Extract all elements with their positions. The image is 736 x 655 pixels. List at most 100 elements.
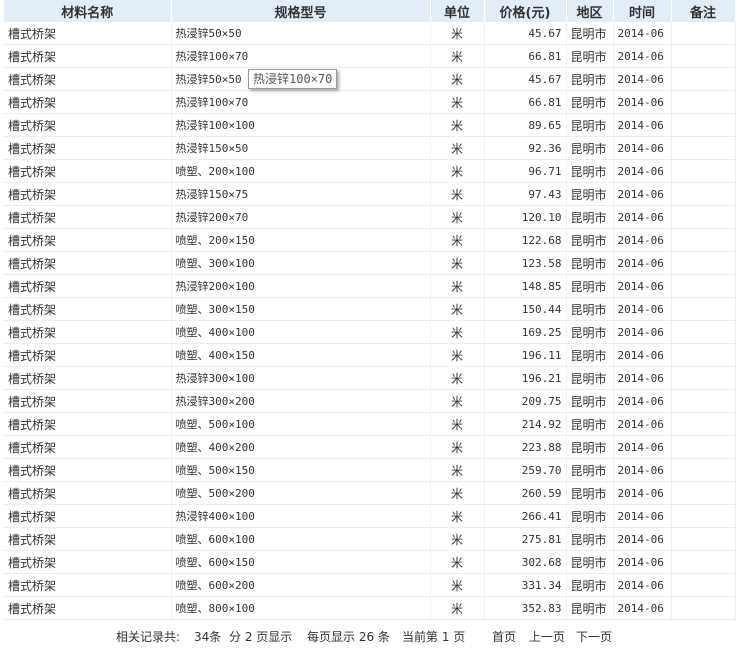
- table-row: 槽式桥架 热浸锌50×50 米 45.67 昆明市 2014-06: [4, 22, 736, 45]
- cell-time: 2014-06: [613, 251, 672, 275]
- cell-region: 昆明市: [566, 67, 614, 91]
- cell-region: 昆明市: [566, 205, 614, 229]
- cell-unit: 米: [430, 343, 485, 367]
- cell-unit: 米: [430, 67, 485, 91]
- cell-unit: 米: [430, 435, 485, 459]
- cell-unit: 米: [430, 504, 485, 528]
- cell-price: 123.58: [484, 251, 567, 275]
- cell-region: 昆明市: [566, 596, 614, 620]
- cell-spec-model: 喷塑、300×150: [171, 297, 431, 321]
- cell-note: [671, 44, 736, 68]
- cell-region: 昆明市: [566, 182, 614, 206]
- cell-region: 昆明市: [566, 550, 614, 574]
- cell-note: [671, 481, 736, 505]
- cell-price: 169.25: [484, 320, 567, 344]
- cell-note: [671, 67, 736, 91]
- cell-region: 昆明市: [566, 389, 614, 413]
- cell-price: 275.81: [484, 527, 567, 551]
- cell-time: 2014-06: [613, 527, 672, 551]
- cell-time: 2014-06: [613, 320, 672, 344]
- cell-time: 2014-06: [613, 67, 672, 91]
- cell-note: [671, 596, 736, 620]
- cell-time: 2014-06: [613, 297, 672, 321]
- cell-material-name: 槽式桥架: [4, 550, 172, 574]
- cell-spec-model: 热浸锌50×50: [171, 22, 431, 45]
- cell-unit: 米: [430, 159, 485, 183]
- table-row: 槽式桥架 热浸锌100×70 米 66.81 昆明市 2014-06: [4, 44, 736, 68]
- cell-material-name: 槽式桥架: [4, 228, 172, 252]
- cell-time: 2014-06: [613, 481, 672, 505]
- cell-material-name: 槽式桥架: [4, 205, 172, 229]
- cell-time: 2014-06: [613, 44, 672, 68]
- cell-region: 昆明市: [566, 412, 614, 436]
- cell-material-name: 槽式桥架: [4, 274, 172, 298]
- table-row: 槽式桥架 喷塑、300×150 米 150.44 昆明市 2014-06: [4, 297, 736, 321]
- cell-material-name: 槽式桥架: [4, 573, 172, 597]
- cell-unit: 米: [430, 412, 485, 436]
- next-page-link[interactable]: 下一页: [576, 628, 612, 645]
- cell-spec-model: 喷塑、600×100: [171, 527, 431, 551]
- cell-unit: 米: [430, 22, 485, 45]
- price-table: 材料名称 规格型号 单位 价格(元) 地区 时间 备注 槽式桥架 热浸锌50×50…: [4, 0, 736, 620]
- cell-material-name: 槽式桥架: [4, 412, 172, 436]
- cell-unit: 米: [430, 573, 485, 597]
- table-row: 槽式桥架 热浸锌50×50 米 45.67 昆明市 2014-06: [4, 67, 736, 91]
- cell-spec-model: 喷塑、400×200: [171, 435, 431, 459]
- cell-region: 昆明市: [566, 22, 614, 45]
- cell-time: 2014-06: [613, 596, 672, 620]
- cell-spec-model: 喷塑、500×150: [171, 458, 431, 482]
- spec-tooltip: 热浸锌100×70: [248, 69, 338, 89]
- cell-region: 昆明市: [566, 435, 614, 459]
- table-row: 槽式桥架 喷塑、400×200 米 223.88 昆明市 2014-06: [4, 435, 736, 459]
- cell-region: 昆明市: [566, 90, 614, 114]
- cell-material-name: 槽式桥架: [4, 90, 172, 114]
- cell-time: 2014-06: [613, 182, 672, 206]
- prev-page-link[interactable]: 上一页: [529, 628, 565, 645]
- cell-spec-model: 热浸锌400×100: [171, 504, 431, 528]
- cell-region: 昆明市: [566, 113, 614, 137]
- cell-unit: 米: [430, 44, 485, 68]
- table-row: 槽式桥架 喷塑、500×100 米 214.92 昆明市 2014-06: [4, 412, 736, 436]
- cell-spec-model: 热浸锌100×100: [171, 113, 431, 137]
- cell-unit: 米: [430, 228, 485, 252]
- cell-note: [671, 504, 736, 528]
- cell-note: [671, 573, 736, 597]
- cell-material-name: 槽式桥架: [4, 481, 172, 505]
- table-row: 槽式桥架 喷塑、600×100 米 275.81 昆明市 2014-06: [4, 527, 736, 551]
- column-header-unit: 单位: [430, 0, 485, 22]
- table-row: 槽式桥架 喷塑、600×150 米 302.68 昆明市 2014-06: [4, 550, 736, 574]
- cell-price: 96.71: [484, 159, 567, 183]
- cell-time: 2014-06: [613, 274, 672, 298]
- first-page-link[interactable]: 首页: [492, 628, 516, 645]
- cell-unit: 米: [430, 113, 485, 137]
- cell-price: 352.83: [484, 596, 567, 620]
- cell-region: 昆明市: [566, 297, 614, 321]
- cell-price: 150.44: [484, 297, 567, 321]
- cell-time: 2014-06: [613, 205, 672, 229]
- cell-unit: 米: [430, 596, 485, 620]
- cell-price: 260.59: [484, 481, 567, 505]
- cell-spec-model: 热浸锌200×70: [171, 205, 431, 229]
- cell-price: 148.85: [484, 274, 567, 298]
- cell-note: [671, 527, 736, 551]
- cell-time: 2014-06: [613, 389, 672, 413]
- cell-region: 昆明市: [566, 44, 614, 68]
- cell-price: 122.68: [484, 228, 567, 252]
- cell-price: 196.11: [484, 343, 567, 367]
- cell-region: 昆明市: [566, 343, 614, 367]
- cell-note: [671, 458, 736, 482]
- cell-note: [671, 251, 736, 275]
- cell-unit: 米: [430, 481, 485, 505]
- cell-time: 2014-06: [613, 136, 672, 160]
- cell-time: 2014-06: [613, 550, 672, 574]
- cell-material-name: 槽式桥架: [4, 251, 172, 275]
- cell-spec-model: 喷塑、600×200: [171, 573, 431, 597]
- cell-time: 2014-06: [613, 113, 672, 137]
- cell-material-name: 槽式桥架: [4, 389, 172, 413]
- cell-time: 2014-06: [613, 343, 672, 367]
- cell-price: 266.41: [484, 504, 567, 528]
- table-row: 槽式桥架 热浸锌300×200 米 209.75 昆明市 2014-06: [4, 389, 736, 413]
- column-header-region: 地区: [566, 0, 614, 22]
- cell-time: 2014-06: [613, 159, 672, 183]
- current-page-info: 当前第 1 页: [402, 630, 466, 644]
